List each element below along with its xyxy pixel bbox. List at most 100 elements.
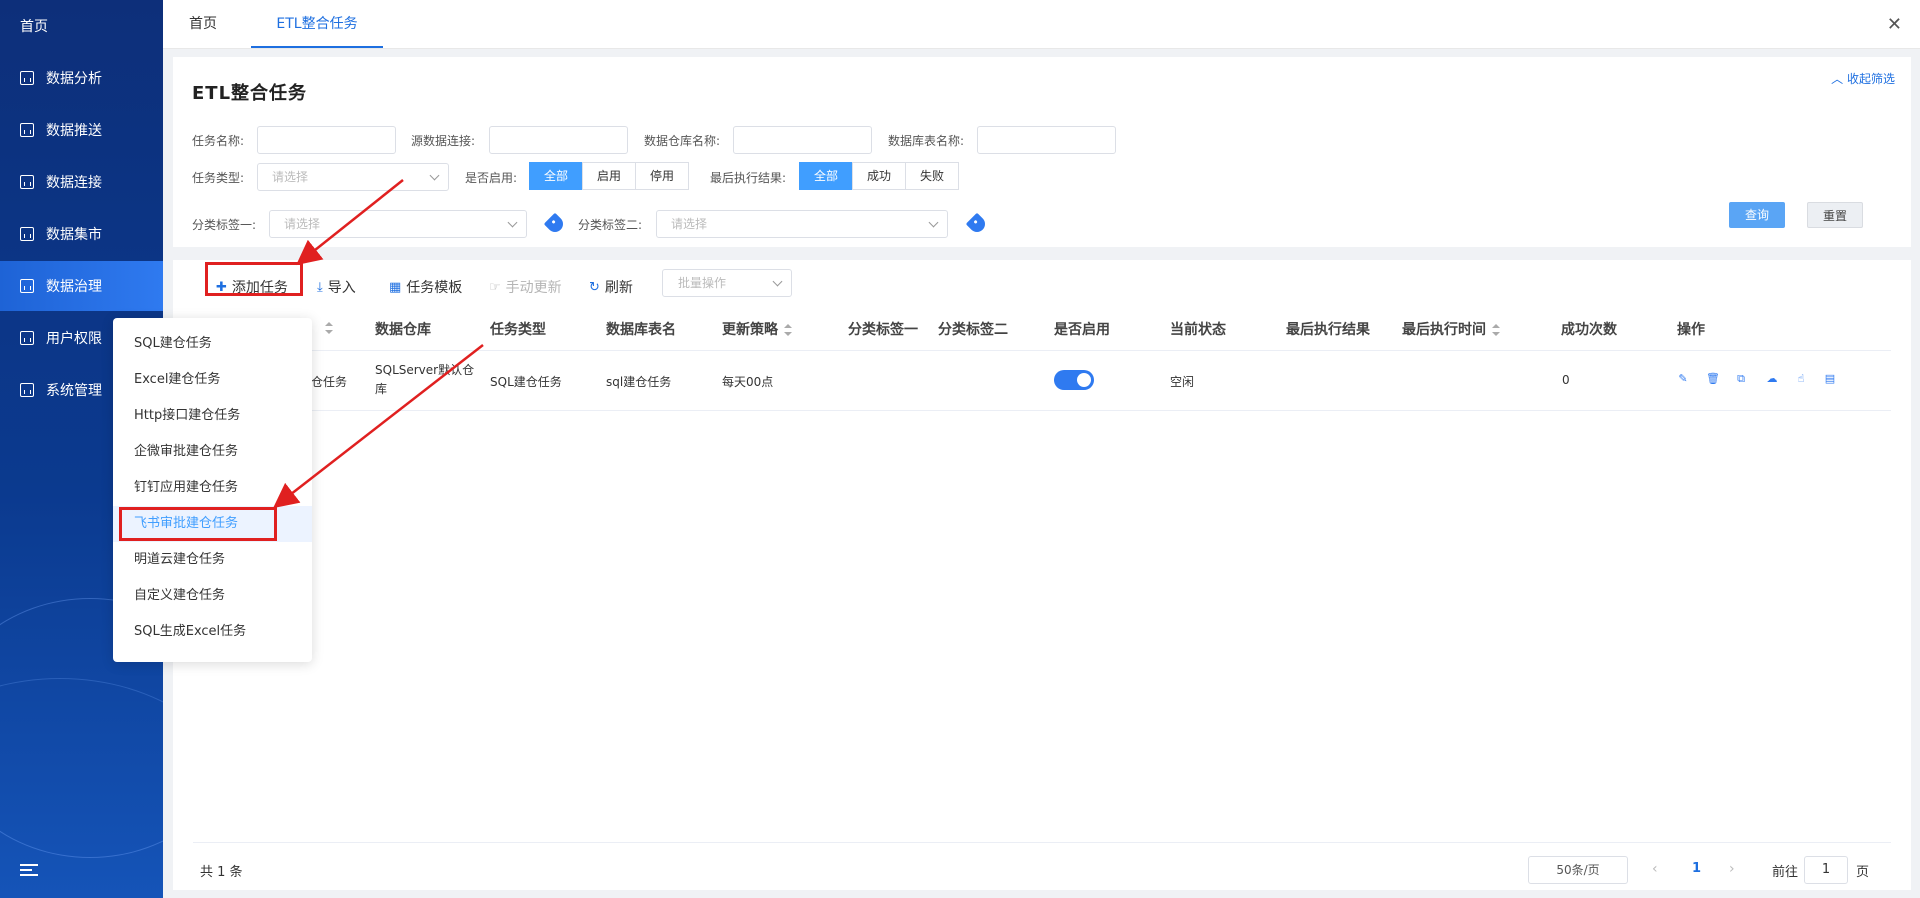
filter-panel: ETL整合任务 ︿ 收起筛选 任务名称: 源数据连接: 数据仓库名称: 数据库表…: [173, 57, 1911, 247]
sidebar-home[interactable]: 首页: [20, 16, 48, 36]
sidebar-item-label: 数据连接: [46, 175, 102, 191]
tag2-label: 分类标签二:: [578, 218, 643, 232]
sidebar-item-label: 系统管理: [46, 383, 102, 399]
prev-page-icon[interactable]: ‹: [1652, 861, 1658, 877]
run-icon[interactable]: ☝: [1795, 373, 1807, 385]
page-title: ETL整合任务: [192, 83, 308, 104]
menu-item-custom-task[interactable]: 自定义建仓任务: [113, 578, 312, 614]
column-header-actions: 操作: [1677, 322, 1705, 338]
reset-button[interactable]: 重置: [1807, 202, 1863, 228]
collapse-filter-label: 收起筛选: [1846, 72, 1895, 86]
delete-icon[interactable]: 🗑: [1706, 373, 1720, 385]
log-icon[interactable]: ▤: [1824, 373, 1836, 385]
goto-prefix: 前往: [1772, 865, 1799, 880]
tag2-placeholder: 请选择: [671, 217, 708, 231]
cell-table-name: sql建仓任务: [606, 375, 672, 389]
menu-item-http-task[interactable]: Http接口建仓任务: [113, 398, 312, 434]
monitor-icon: [20, 227, 34, 241]
chevron-up-icon: ︿: [1831, 72, 1847, 86]
chevron-down-icon: [507, 217, 518, 228]
cell-strategy: 每天00点: [722, 375, 774, 389]
enabled-option-off[interactable]: 停用: [635, 162, 690, 190]
sidebar-item-data-governance[interactable]: 数据治理: [0, 261, 163, 311]
menu-item-sql-excel-task[interactable]: SQL生成Excel任务: [113, 614, 312, 650]
cloud-upload-icon[interactable]: ☁: [1766, 373, 1778, 385]
last-result-label: 最后执行结果:: [710, 171, 787, 185]
collapse-filter-button[interactable]: ︿ 收起筛选: [1831, 70, 1895, 87]
task-type-select[interactable]: 请选择: [257, 163, 449, 191]
sidebar-item-label: 数据推送: [46, 123, 102, 139]
tag1-select[interactable]: 请选择: [269, 210, 527, 238]
sidebar-item-label: 数据集市: [46, 227, 102, 243]
last-result-option-all[interactable]: 全部: [799, 162, 854, 190]
tag2-select[interactable]: 请选择: [656, 210, 948, 238]
chevron-down-icon: [928, 217, 939, 228]
menu-item-dingtalk-task[interactable]: 钉钉应用建仓任务: [113, 470, 312, 506]
refresh-icon: ↻: [589, 280, 600, 295]
table-name-input[interactable]: [977, 126, 1116, 154]
column-header-warehouse: 数据仓库: [375, 322, 431, 338]
goto-suffix: 页: [1856, 865, 1870, 880]
sidebar-item-label: 用户权限: [46, 331, 102, 347]
copy-icon[interactable]: ⧉: [1735, 373, 1747, 385]
add-task-dropdown: SQL建仓任务 Excel建仓任务 Http接口建仓任务 企微审批建仓任务 钉钉…: [113, 318, 312, 662]
hand-icon: ☞: [489, 280, 501, 295]
tab-etl-task[interactable]: ETL整合任务: [251, 0, 383, 48]
warehouse-name-input[interactable]: [733, 126, 872, 154]
table-panel: ✚ 添加任务 ⤓ 导入 ▦ 任务模板 ☞ 手动更新 ↻ 刷新 批量操作 数据仓库 任务类型…: [173, 260, 1911, 890]
cell-task-type: SQL建仓任务: [490, 375, 562, 389]
cell-success-count: 0: [1562, 373, 1570, 387]
menu-item-sql-task[interactable]: SQL建仓任务: [113, 326, 312, 362]
tab-home[interactable]: 首页: [189, 0, 217, 48]
page-size-select[interactable]: 50条/页: [1528, 856, 1628, 884]
source-connection-input[interactable]: [489, 126, 628, 154]
sort-icon[interactable]: [1492, 324, 1500, 336]
sidebar-item-data-mart[interactable]: 数据集市: [0, 209, 163, 259]
column-header-last-time-label: 最后执行时间: [1402, 322, 1486, 338]
download-icon: ⤓: [317, 280, 323, 295]
sidebar-item-data-analysis[interactable]: 数据分析: [0, 53, 163, 103]
chart-icon: [20, 71, 34, 85]
goto-page-input[interactable]: 1: [1804, 856, 1848, 884]
tag-icon[interactable]: [543, 212, 567, 236]
manual-update-button[interactable]: ☞ 手动更新: [489, 273, 562, 303]
menu-item-wecom-task[interactable]: 企微审批建仓任务: [113, 434, 312, 470]
next-page-icon[interactable]: ›: [1729, 861, 1735, 877]
last-result-option-success[interactable]: 成功: [852, 162, 907, 190]
tag1-label: 分类标签一:: [192, 218, 257, 232]
column-header-last-time[interactable]: 最后执行时间: [1402, 319, 1500, 339]
sidebar-item-data-connection[interactable]: 数据连接: [0, 157, 163, 207]
task-template-button[interactable]: ▦ 任务模板: [389, 273, 462, 303]
cell-warehouse: SQLServer默认仓库: [375, 363, 475, 396]
refresh-button[interactable]: ↻ 刷新: [589, 273, 633, 303]
close-icon[interactable]: ✕: [1887, 14, 1902, 35]
tag-icon[interactable]: [965, 212, 989, 236]
pager-divider: [193, 842, 1891, 843]
enabled-toggle[interactable]: [1054, 370, 1094, 390]
layers-icon: [20, 279, 34, 293]
sort-icon[interactable]: [784, 324, 792, 336]
current-page[interactable]: 1: [1692, 861, 1701, 876]
sort-icon[interactable]: [325, 322, 333, 334]
grid-icon: ▦: [389, 280, 402, 295]
query-button[interactable]: 查询: [1729, 202, 1785, 228]
edit-icon[interactable]: ✎: [1677, 373, 1689, 385]
menu-item-mingdao-task[interactable]: 明道云建仓任务: [113, 542, 312, 578]
header-divider: [193, 350, 1891, 351]
task-type-label: 任务类型:: [192, 171, 245, 185]
batch-operation-select[interactable]: 批量操作: [662, 269, 792, 297]
import-button[interactable]: ⤓ 导入: [317, 273, 356, 303]
enabled-option-on[interactable]: 启用: [582, 162, 637, 190]
users-icon: [20, 331, 34, 345]
batch-placeholder: 批量操作: [678, 276, 727, 290]
column-header-strategy[interactable]: 更新策略: [722, 319, 792, 339]
connection-icon: [20, 175, 34, 189]
sidebar-item-data-push[interactable]: 数据推送: [0, 105, 163, 155]
menu-item-excel-task[interactable]: Excel建仓任务: [113, 362, 312, 398]
enabled-option-all[interactable]: 全部: [529, 162, 584, 190]
column-header-enabled: 是否启用: [1054, 322, 1110, 338]
chevron-down-icon: [429, 170, 440, 181]
task-name-input[interactable]: [257, 126, 396, 154]
menu-toggle-icon[interactable]: [20, 864, 38, 878]
last-result-option-fail[interactable]: 失败: [905, 162, 960, 190]
